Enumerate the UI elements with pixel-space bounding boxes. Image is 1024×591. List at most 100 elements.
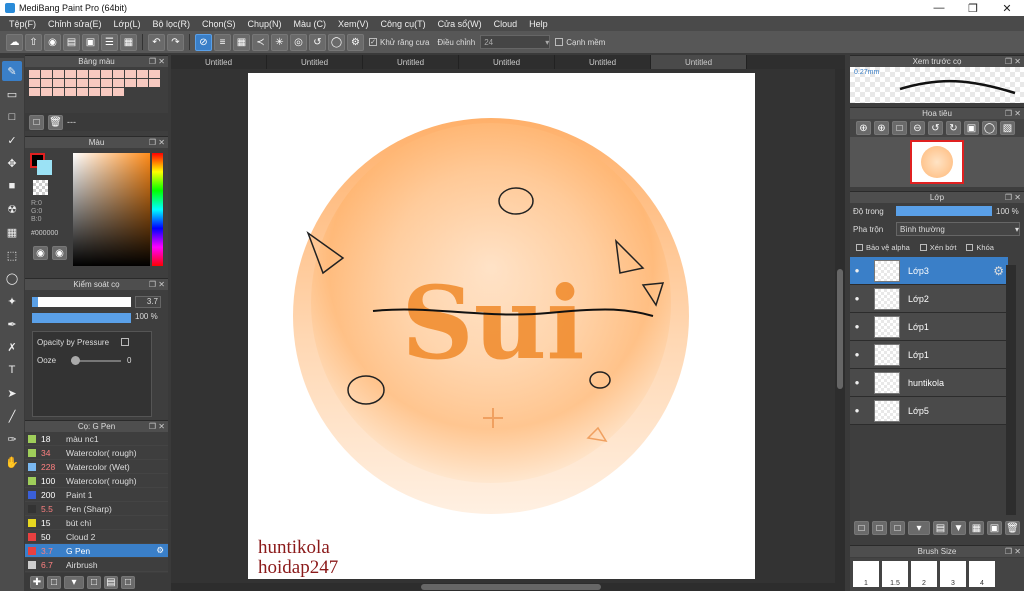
delete-palette-icon[interactable]: 🗑 xyxy=(48,114,63,130)
layer-settings-icon[interactable]: ▣ xyxy=(987,521,1002,535)
cloud-icon[interactable]: ☁ xyxy=(6,33,23,51)
bucket-tool-icon[interactable]: ☢ xyxy=(2,199,22,219)
palette-swatch[interactable] xyxy=(77,79,88,87)
brush-tool-icon[interactable]: ✎ xyxy=(2,61,22,81)
close-button[interactable]: ✕ xyxy=(990,0,1024,16)
menu-filter[interactable]: Bộ lọc(R) xyxy=(146,19,196,29)
brush-delete-icon[interactable]: □ xyxy=(121,575,135,589)
tab-untitled-6[interactable]: Untitled xyxy=(651,55,747,69)
layer-menu-icon[interactable]: ▾ xyxy=(908,521,930,535)
minimize-button[interactable]: — xyxy=(922,0,956,16)
comment-icon[interactable]: ◉ xyxy=(44,33,61,51)
eye-icon[interactable]: ● xyxy=(850,266,864,275)
new-layer-icon[interactable]: □ xyxy=(854,521,869,535)
layer-row[interactable]: ● Lớp1 xyxy=(850,341,1008,369)
menu-edit[interactable]: Chỉnh sửa(E) xyxy=(42,19,108,29)
brush-size-value[interactable]: 3.7 xyxy=(135,296,161,308)
panel-close-icon[interactable]: ❐ ✕ xyxy=(1005,193,1021,202)
settings-snap-icon[interactable]: ⚙ xyxy=(347,33,364,51)
new-8bit-layer-icon[interactable]: □ xyxy=(890,521,905,535)
brush-copy-icon[interactable]: □ xyxy=(87,575,101,589)
brush-size-preset[interactable]: 3 xyxy=(940,561,966,587)
menu-file[interactable]: Tệp(F) xyxy=(3,19,42,29)
fit-icon[interactable]: □ xyxy=(892,121,907,135)
menu-select[interactable]: Chọn(S) xyxy=(196,19,242,29)
palette-swatch[interactable] xyxy=(77,70,88,78)
panel-close-icon[interactable]: ❐ ✕ xyxy=(149,280,165,289)
palette-swatch[interactable] xyxy=(89,79,100,87)
hand-tool-icon[interactable]: ✋ xyxy=(2,452,22,472)
brush-size-preset[interactable]: 4 xyxy=(969,561,995,587)
palette-swatch[interactable] xyxy=(29,88,40,96)
eraser-tool-icon[interactable]: ▭ xyxy=(2,84,22,104)
palette-swatch[interactable] xyxy=(77,88,88,96)
move-tool-icon[interactable]: ✥ xyxy=(2,153,22,173)
maximize-button[interactable]: ❐ xyxy=(956,0,990,16)
list-icon[interactable]: ☰ xyxy=(101,33,118,51)
menu-tools[interactable]: Công cụ(T) xyxy=(375,19,432,29)
eye-icon[interactable]: ● xyxy=(850,378,864,387)
palette-swatch[interactable] xyxy=(101,70,112,78)
palette-swatch[interactable] xyxy=(101,88,112,96)
brush-list-item[interactable]: 200 Paint 1 xyxy=(25,488,168,502)
hue-slider[interactable] xyxy=(152,153,163,266)
palette-swatch[interactable] xyxy=(65,79,76,87)
brush-list-item[interactable]: 100 Watercolor( rough) xyxy=(25,474,168,488)
background-color-swatch[interactable] xyxy=(37,160,52,175)
brush-menu-icon[interactable]: ▾ xyxy=(64,575,84,589)
palette-swatch[interactable] xyxy=(41,79,52,87)
antialias-checkbox[interactable]: ✓ Khử răng cưa xyxy=(369,38,429,47)
brush-list-item[interactable]: 18 màu nc1 xyxy=(25,432,168,446)
lock-checkbox[interactable]: Khóa xyxy=(966,243,994,252)
panel-close-icon[interactable]: ❐ ✕ xyxy=(149,422,165,431)
menu-help[interactable]: Help xyxy=(523,19,554,29)
rotate-right-icon[interactable]: ↻ xyxy=(946,121,961,135)
tab-untitled-1[interactable]: Untitled xyxy=(171,55,267,69)
select-eraser-icon[interactable]: ✗ xyxy=(2,337,22,357)
color-picker-icon[interactable]: ◉ xyxy=(52,246,67,260)
saturation-value-picker[interactable] xyxy=(73,153,150,266)
menu-layer[interactable]: Lớp(L) xyxy=(108,19,147,29)
tab-untitled-4[interactable]: Untitled xyxy=(459,55,555,69)
menu-view[interactable]: Xem(V) xyxy=(332,19,375,29)
color-wheel-icon[interactable]: ◉ xyxy=(33,246,48,260)
blend-mode-select[interactable]: Bình thường ▾ xyxy=(896,222,1020,236)
brush-list-item[interactable]: 6.7 Airbrush xyxy=(25,558,168,572)
menu-color[interactable]: Màu (C) xyxy=(288,19,333,29)
layer-folder-icon[interactable]: ▤ xyxy=(933,521,948,535)
panel-close-icon[interactable]: ❐ ✕ xyxy=(149,57,165,66)
palette-swatch[interactable] xyxy=(101,79,112,87)
eye-icon[interactable]: ● xyxy=(850,322,864,331)
palette-swatch[interactable] xyxy=(65,88,76,96)
new-halftone-layer-icon[interactable]: □ xyxy=(872,521,887,535)
brush-list-item[interactable]: 5.5 Pen (Sharp) xyxy=(25,502,168,516)
soft-edge-checkbox[interactable]: Cạnh mềm xyxy=(555,38,605,47)
palette-swatch[interactable] xyxy=(149,79,160,87)
brush-size-preset[interactable]: 1 xyxy=(853,561,879,587)
adjust-select[interactable]: 24 ▾ xyxy=(480,35,551,49)
radial-snap-icon[interactable]: ✳ xyxy=(271,33,288,51)
palette-swatch[interactable] xyxy=(137,79,148,87)
brush-list-item[interactable]: 228 Watercolor (Wet) xyxy=(25,460,168,474)
divide-tool-icon[interactable]: ╱ xyxy=(2,406,22,426)
palette-swatch[interactable] xyxy=(125,70,136,78)
operation-tool-icon[interactable]: ➤ xyxy=(2,383,22,403)
palette-swatch[interactable] xyxy=(113,88,124,96)
palette-swatch[interactable] xyxy=(53,88,64,96)
horizontal-scrollbar[interactable] xyxy=(171,583,845,591)
page-icon[interactable]: ▣ xyxy=(82,33,99,51)
tab-untitled-5[interactable]: Untitled xyxy=(555,55,651,69)
tab-untitled-2[interactable]: Untitled xyxy=(267,55,363,69)
cross-snap-icon[interactable]: ▦ xyxy=(233,33,250,51)
palette-swatch[interactable] xyxy=(89,70,100,78)
chat-icon[interactable]: ▤ xyxy=(63,33,80,51)
brush-list-item[interactable]: 34 Watercolor( rough) xyxy=(25,446,168,460)
zoom-in-icon[interactable]: ⊕ xyxy=(856,121,871,135)
palette-swatch[interactable] xyxy=(41,88,52,96)
menu-window[interactable]: Cửa sổ(W) xyxy=(432,19,488,29)
brush-list-item[interactable]: 3.7 G Pen ⚙ xyxy=(25,544,168,558)
add-brush-icon[interactable]: ✚ xyxy=(30,575,44,589)
tab-untitled-3[interactable]: Untitled xyxy=(363,55,459,69)
brush-folder-icon[interactable]: ▤ xyxy=(104,575,118,589)
layer-scrollbar[interactable] xyxy=(1006,265,1016,515)
